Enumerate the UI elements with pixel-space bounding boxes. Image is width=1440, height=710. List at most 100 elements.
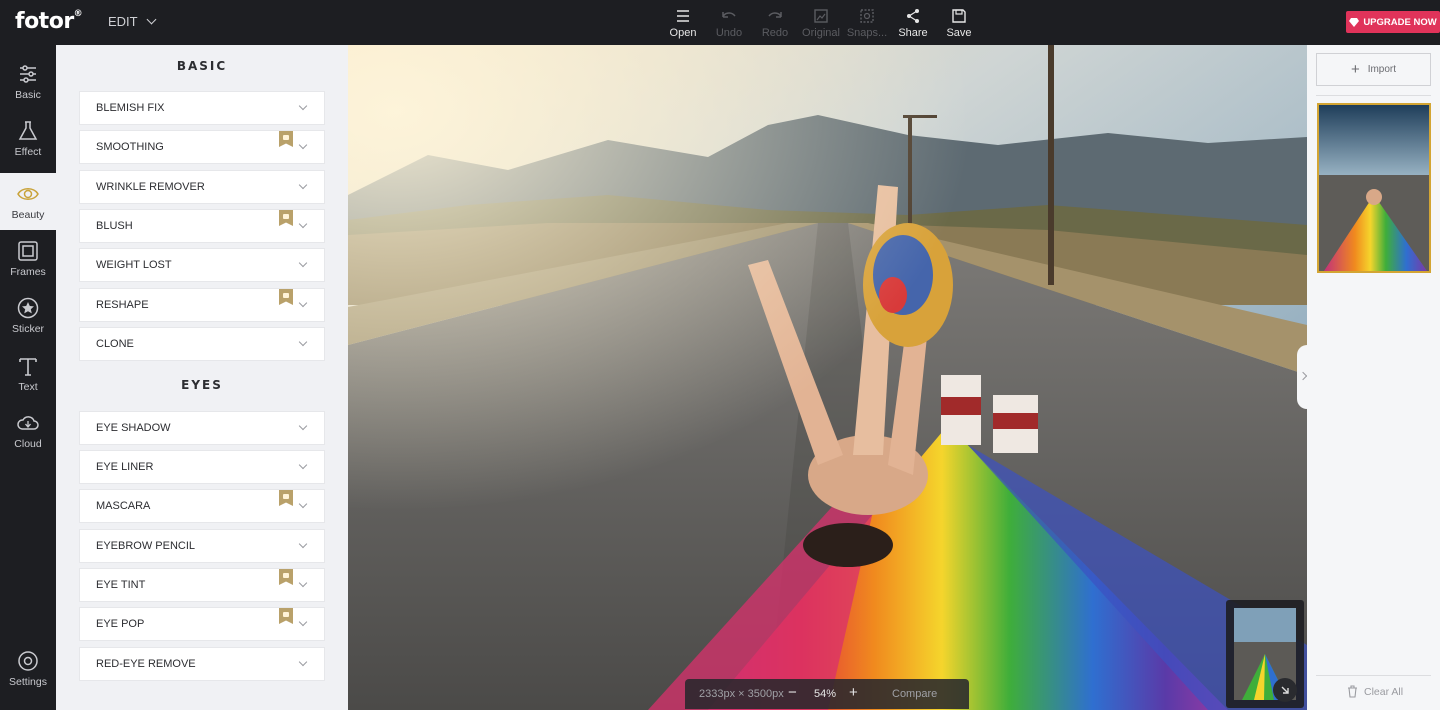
section-title-basic: BASIC (176, 59, 228, 73)
premium-badge-icon (279, 210, 293, 226)
gear-icon (18, 651, 38, 671)
divider (1316, 675, 1431, 676)
compare-button[interactable]: Compare (892, 688, 937, 700)
top-bar: fotor® EDIT Open Undo Redo Original Snap… (0, 0, 1440, 45)
diamond-icon (1349, 17, 1360, 27)
divider (1316, 95, 1431, 96)
image-history-panel: + Import Clear All (1307, 45, 1440, 710)
expand-icon[interactable] (1273, 678, 1297, 702)
share-icon (907, 9, 919, 23)
zoom-level: 54% (814, 688, 837, 700)
premium-badge-icon (279, 131, 293, 147)
trash-icon (1348, 685, 1357, 698)
feature-label: MASCARA (96, 500, 151, 512)
editor-canvas[interactable]: 2333px × 3500px − 54% + Compare (348, 45, 1307, 710)
snapshot-icon (860, 9, 874, 23)
feature-eye-pop[interactable]: EYE POP (79, 607, 325, 641)
rail-item-settings[interactable]: Settings (0, 640, 56, 697)
feature-label: CLONE (96, 338, 134, 350)
snapshot-button[interactable]: Snaps... (844, 6, 890, 39)
premium-badge-icon (279, 289, 293, 305)
eye-icon (17, 188, 39, 200)
feature-label: BLEMISH FIX (96, 102, 165, 114)
plus-icon: + (1350, 61, 1360, 78)
feature-label: EYE SHADOW (96, 422, 171, 434)
rail-item-sticker[interactable]: Sticker (0, 287, 56, 344)
flask-icon (18, 121, 38, 140)
feature-blush[interactable]: BLUSH (79, 209, 325, 243)
premium-badge-icon (279, 569, 293, 585)
original-button[interactable]: Original (798, 6, 844, 39)
feature-eye-liner[interactable]: EYE LINER (79, 450, 325, 484)
feature-blemish-fix[interactable]: BLEMISH FIX (79, 91, 325, 125)
image-thumbnail[interactable] (1317, 103, 1431, 273)
star-circle-icon (17, 297, 39, 319)
open-button[interactable]: Open (660, 6, 706, 39)
feature-label: WRINKLE REMOVER (96, 181, 205, 193)
rail-item-frames[interactable]: Frames (0, 230, 56, 287)
chevron-down-icon (298, 499, 308, 509)
feature-label: BLUSH (96, 220, 133, 232)
edit-menu-label: EDIT (108, 14, 138, 29)
feature-label: EYE POP (96, 618, 145, 630)
original-icon (814, 9, 828, 23)
feature-label: EYE TINT (96, 579, 146, 591)
chevron-down-icon (298, 460, 308, 470)
rail-item-beauty[interactable]: Beauty (0, 173, 56, 230)
left-rail: Basic Effect Beauty Frames Sticker Text … (0, 45, 56, 710)
feature-reshape[interactable]: RESHAPE (79, 288, 325, 322)
feature-weight-lost[interactable]: WEIGHT LOST (79, 248, 325, 282)
redo-button[interactable]: Redo (752, 6, 798, 39)
feature-wrinkle-remover[interactable]: WRINKLE REMOVER (79, 170, 325, 204)
chevron-down-icon (298, 337, 308, 347)
feature-eyebrow-pencil[interactable]: EYEBROW PENCIL (79, 529, 325, 563)
save-button[interactable]: Save (936, 6, 982, 39)
chevron-down-icon (298, 298, 308, 308)
undo-icon (722, 12, 736, 18)
upgrade-now-button[interactable]: UPGRADE NOW (1346, 11, 1440, 33)
feature-label: WEIGHT LOST (96, 259, 172, 271)
feature-smoothing[interactable]: SMOOTHING (79, 130, 325, 164)
feature-label: SMOOTHING (96, 141, 164, 153)
feature-label: EYEBROW PENCIL (96, 540, 196, 552)
zoom-out-button[interactable]: − (788, 684, 797, 701)
minimap[interactable] (1226, 600, 1304, 708)
feature-clone[interactable]: CLONE (79, 327, 325, 361)
clear-all-button[interactable]: Clear All (1347, 685, 1403, 698)
chevron-down-icon (298, 617, 308, 627)
feature-label: RESHAPE (96, 299, 149, 311)
edit-menu[interactable]: EDIT (108, 14, 157, 29)
rail-item-text[interactable]: Text (0, 345, 56, 402)
rail-item-cloud[interactable]: Cloud (0, 402, 56, 459)
rail-item-effect[interactable]: Effect (0, 110, 56, 167)
share-button[interactable]: Share (890, 6, 936, 39)
chevron-down-icon (298, 657, 308, 667)
chevron-down-icon (298, 539, 308, 549)
cloud-icon (17, 416, 39, 430)
feature-label: RED-EYE REMOVE (96, 658, 196, 670)
image-dimensions: 2333px × 3500px (699, 688, 784, 700)
fotor-logo[interactable]: fotor® (15, 9, 83, 34)
toolbar: Open Undo Redo Original Snaps... Share S… (660, 6, 982, 39)
feature-eye-tint[interactable]: EYE TINT (79, 568, 325, 602)
menu-icon (677, 10, 689, 22)
feature-label: EYE LINER (96, 461, 154, 473)
chevron-down-icon (298, 421, 308, 431)
import-button[interactable]: + Import (1316, 53, 1431, 86)
undo-button[interactable]: Undo (706, 6, 752, 39)
feature-red-eye-remove[interactable]: RED-EYE REMOVE (79, 647, 325, 681)
chevron-down-icon (298, 258, 308, 268)
feature-mascara[interactable]: MASCARA (79, 489, 325, 523)
chevron-down-icon (298, 180, 308, 190)
zoom-bar: 2333px × 3500px − 54% + Compare (685, 679, 969, 709)
premium-badge-icon (279, 490, 293, 506)
chevron-down-icon (146, 14, 157, 25)
chevron-down-icon (298, 140, 308, 150)
feature-eye-shadow[interactable]: EYE SHADOW (79, 411, 325, 445)
zoom-in-button[interactable]: + (849, 684, 858, 701)
chevron-down-icon (298, 578, 308, 588)
chevron-down-icon (298, 219, 308, 229)
rail-item-basic[interactable]: Basic (0, 53, 56, 110)
save-icon (952, 9, 966, 23)
sliders-icon (20, 65, 36, 83)
